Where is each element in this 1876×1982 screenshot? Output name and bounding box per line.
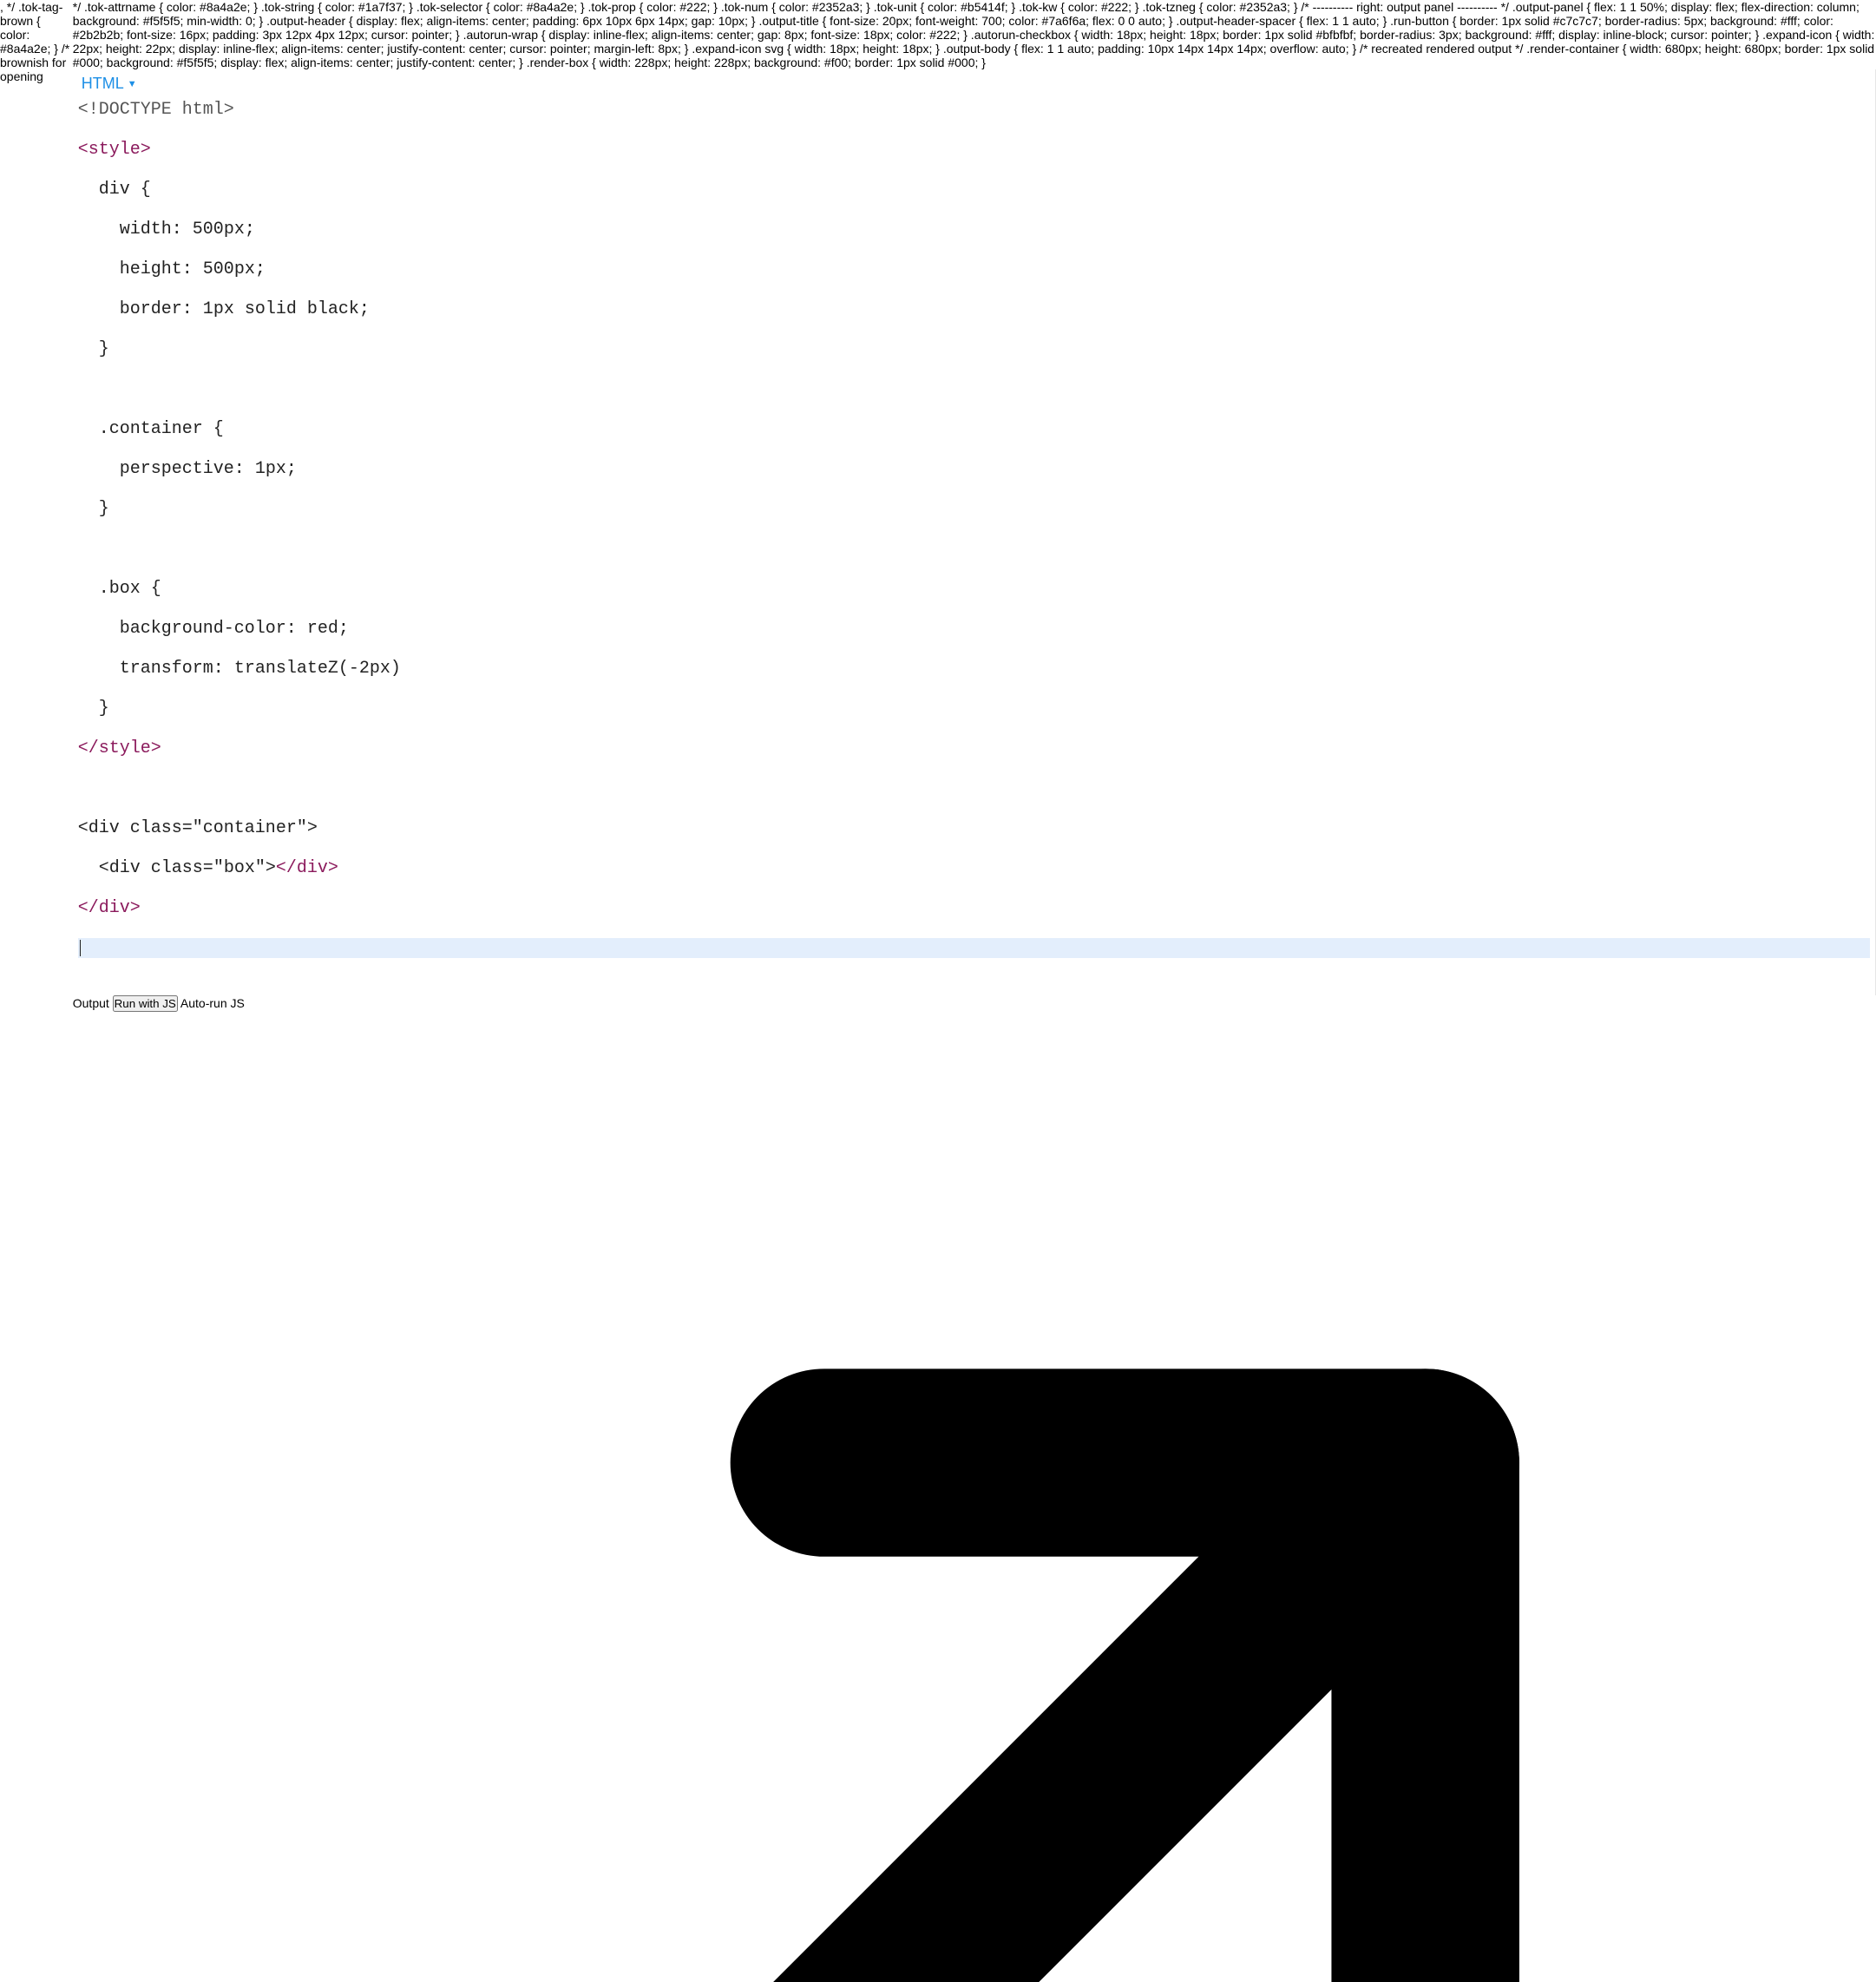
code-line[interactable]: background-color: red; [78,619,1870,639]
code-line[interactable]: </style> [78,738,1870,758]
code-line[interactable]: border: 1px solid black; [78,299,1870,319]
autorun-label: Auto-run JS [180,996,245,1010]
code-line[interactable]: transform: translateZ(-2px) [78,659,1870,679]
editor-panel: HTML ▼ <!DOCTYPE html> <style> div { wid… [73,69,1876,995]
code-line[interactable]: } [78,339,1870,359]
code-line[interactable]: </div> [78,898,1870,918]
output-panel: Output Run with JS Auto-run JS [73,995,1876,1982]
code-line[interactable]: } [78,499,1870,519]
code-line[interactable]: <style> [78,140,1870,160]
code-line[interactable]: perspective: 1px; [78,459,1870,479]
autorun-toggle[interactable]: Auto-run JS [180,996,245,1010]
code-line[interactable] [78,539,1870,559]
code-line[interactable]: .container { [78,419,1870,439]
code-line[interactable]: <div class="box"></div> [78,858,1870,878]
chevron-down-icon: ▼ [128,80,137,89]
output-title: Output [73,996,109,1010]
run-with-js-button[interactable]: Run with JS [113,995,178,1012]
code-line[interactable]: width: 500px; [78,220,1870,240]
output-header: Output Run with JS Auto-run JS [73,995,1876,1982]
code-editor[interactable]: <!DOCTYPE html> <style> div { width: 500… [73,96,1875,995]
language-dropdown[interactable]: HTML ▼ [82,75,137,93]
code-line[interactable]: <!DOCTYPE html> [78,100,1870,120]
code-line[interactable]: .box { [78,579,1870,599]
code-line[interactable] [78,938,1870,958]
code-line[interactable] [78,778,1870,798]
code-line[interactable]: height: 500px; [78,259,1870,279]
code-line[interactable]: div { [78,180,1870,200]
language-dropdown-label: HTML [82,75,124,93]
code-line[interactable]: <div class="container"> [78,818,1870,838]
code-line[interactable] [78,379,1870,399]
code-line[interactable]: } [78,699,1870,719]
editor-header: HTML ▼ [73,69,1875,96]
